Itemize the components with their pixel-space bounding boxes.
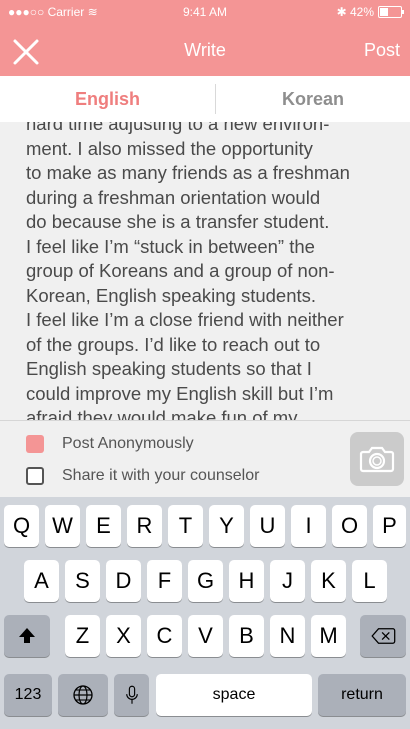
key-t[interactable]: T	[168, 505, 203, 547]
post-button[interactable]: Post	[364, 24, 400, 76]
post-text-area[interactable]: hard time adjusting to a new environ- me…	[0, 122, 410, 420]
microphone-icon	[125, 685, 138, 704]
counselor-label: Share it with your counselor	[62, 467, 260, 484]
globe-icon	[73, 685, 93, 705]
backspace-icon	[371, 628, 396, 644]
key-p[interactable]: P	[373, 505, 406, 547]
nav-header: Write Post	[0, 24, 410, 76]
battery-status: ✱ 42%	[336, 5, 404, 19]
counselor-checkbox[interactable]	[26, 467, 44, 485]
key-z[interactable]: Z	[65, 615, 100, 657]
key-n[interactable]: N	[270, 615, 305, 657]
tab-korean[interactable]: Korean	[216, 76, 410, 122]
space-key[interactable]: space	[156, 674, 312, 716]
keyboard: Q W E R T Y U I O P A S D F G H J K L Z …	[0, 497, 410, 729]
post-options: Post Anonymously Share it with your coun…	[0, 420, 410, 497]
post-body-text: hard time adjusting to a new environ- me…	[26, 122, 350, 420]
key-x[interactable]: X	[106, 615, 141, 657]
key-v[interactable]: V	[188, 615, 223, 657]
dictation-key[interactable]	[114, 674, 149, 716]
backspace-key[interactable]	[360, 615, 406, 657]
key-h[interactable]: H	[229, 560, 264, 602]
key-s[interactable]: S	[65, 560, 100, 602]
return-key[interactable]: return	[318, 674, 406, 716]
battery-icon	[378, 6, 404, 18]
shift-icon	[19, 628, 35, 643]
battery-label: ✱ 42%	[336, 5, 374, 19]
counselor-option[interactable]: Share it with your counselor	[26, 467, 259, 485]
anonymous-checkbox[interactable]	[26, 435, 44, 453]
key-q[interactable]: Q	[4, 505, 39, 547]
key-l[interactable]: L	[352, 560, 387, 602]
key-i[interactable]: I	[291, 505, 326, 547]
key-e[interactable]: E	[86, 505, 121, 547]
page-title: Write	[184, 40, 226, 60]
numbers-key[interactable]: 123	[4, 674, 52, 716]
camera-button[interactable]	[350, 432, 404, 486]
key-a[interactable]: A	[24, 560, 59, 602]
globe-key[interactable]	[58, 674, 108, 716]
key-w[interactable]: W	[45, 505, 80, 547]
key-r[interactable]: R	[127, 505, 162, 547]
key-g[interactable]: G	[188, 560, 223, 602]
key-u[interactable]: U	[250, 505, 285, 547]
key-b[interactable]: B	[229, 615, 264, 657]
key-d[interactable]: D	[106, 560, 141, 602]
key-j[interactable]: J	[270, 560, 305, 602]
camera-icon	[359, 446, 395, 473]
key-c[interactable]: C	[147, 615, 182, 657]
anonymous-label: Post Anonymously	[62, 435, 194, 452]
shift-key[interactable]	[4, 615, 50, 657]
status-bar: ●●●○○ Carrier ≋ 9:41 AM ✱ 42%	[0, 0, 410, 24]
key-f[interactable]: F	[147, 560, 182, 602]
key-o[interactable]: O	[332, 505, 367, 547]
key-y[interactable]: Y	[209, 505, 244, 547]
anonymous-option[interactable]: Post Anonymously	[26, 435, 194, 453]
language-tabs: English Korean	[0, 76, 410, 122]
key-k[interactable]: K	[311, 560, 346, 602]
key-m[interactable]: M	[311, 615, 346, 657]
tab-english[interactable]: English	[0, 76, 215, 122]
